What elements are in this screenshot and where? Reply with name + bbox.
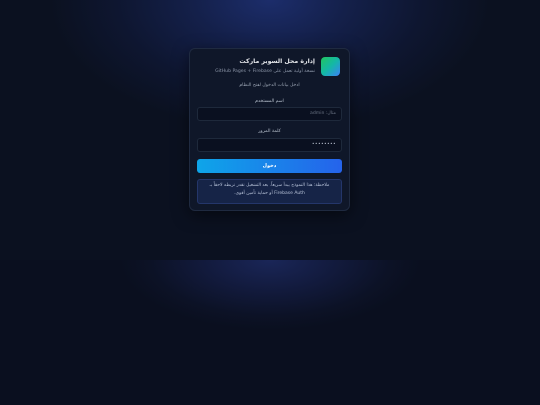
info-note: ملاحظة: هذا النموذج يبدأ سريعاً. بعد الت… (197, 179, 342, 204)
username-label: اسم المستخدم (255, 99, 284, 104)
login-button[interactable]: دخول (197, 159, 342, 173)
app-title: إدارة محل السوبر ماركت (239, 58, 315, 65)
login-card: إدارة محل السوبر ماركت نسخة أولية تعمل ع… (189, 48, 350, 211)
info-note-line1: ملاحظة: هذا النموذج يبدأ سريعاً. بعد الت… (209, 183, 330, 188)
info-note-line2: Firebase Auth أو حماية تأمين أقوى. (234, 190, 305, 196)
username-input[interactable]: مثال: admin (197, 107, 342, 121)
password-label: كلمة المرور (258, 129, 281, 134)
app-logo-icon (321, 57, 340, 76)
login-hint: ادخل بيانات الدخول لفتح النظام (239, 83, 300, 88)
app-subtitle: نسخة أولية تعمل على GitHub Pages + Fireb… (215, 69, 315, 74)
password-input[interactable]: •••••••• (197, 138, 342, 152)
background-glow-bottom (0, 260, 540, 405)
